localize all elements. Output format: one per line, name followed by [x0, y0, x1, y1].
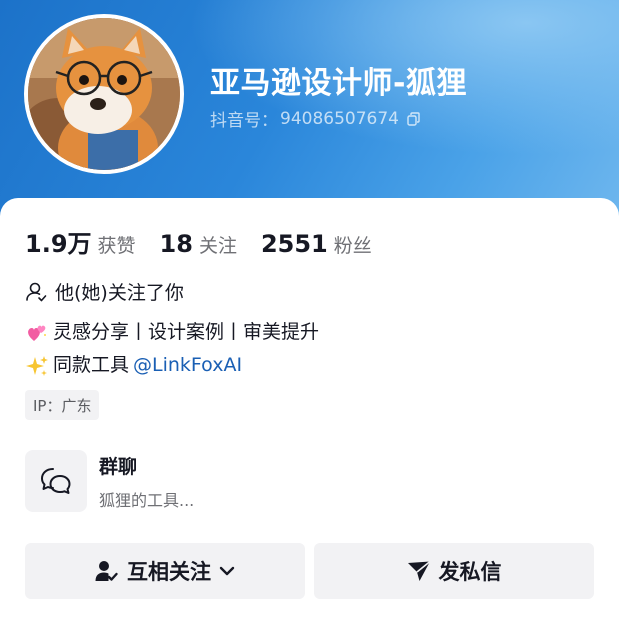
- bio-line-1: 灵感分享丨设计案例丨审美提升: [25, 316, 319, 349]
- paper-plane-icon: [407, 560, 431, 581]
- stat-followers-label: 粉丝: [333, 235, 372, 257]
- stat-following-label: 关注: [198, 235, 237, 257]
- stat-followers[interactable]: 2551 粉丝: [261, 230, 372, 258]
- group-chat-entry[interactable]: 群聊 狐狸的工具...: [25, 450, 595, 512]
- sparkling-hearts-emoji: [28, 325, 46, 341]
- chevron-down-icon: [219, 566, 235, 576]
- ip-location-tag: IP：广东: [25, 390, 100, 420]
- bio-line-2-text: 同款工具: [53, 354, 130, 376]
- send-message-label: 发私信: [438, 560, 502, 584]
- stat-following-value: 18: [159, 230, 193, 258]
- group-chat-title: 群聊: [99, 455, 138, 478]
- send-message-button[interactable]: 发私信: [314, 543, 594, 599]
- group-chat-description: 狐狸的工具...: [99, 490, 195, 510]
- stat-likes: 1.9万 获赞: [25, 224, 136, 259]
- group-chat-text: 群聊 狐狸的工具...: [99, 452, 194, 511]
- person-check-icon: [95, 561, 118, 581]
- sparkles-emoji: [26, 355, 48, 376]
- douyin-id-label: 抖音号：: [210, 111, 278, 131]
- mutual-follow-button[interactable]: 互相关注: [25, 543, 305, 599]
- avatar-image: [28, 18, 180, 170]
- douyin-id-value: 94086507674: [280, 108, 399, 129]
- nickname: 亚马逊设计师-狐狸: [210, 66, 467, 101]
- stat-likes-value: 1.9万: [25, 230, 92, 258]
- douyin-id[interactable]: 抖音号： 94086507674: [210, 106, 421, 131]
- follow-status: 他(她)关注了你: [25, 278, 184, 305]
- stat-following[interactable]: 18 关注: [160, 230, 237, 258]
- profile-header: 亚马逊设计师-狐狸 抖音号： 94086507674: [0, 0, 619, 230]
- follow-status-text: 他(她)关注了你: [55, 282, 184, 304]
- bio-line-2: 同款工具 @LinkFoxAI: [25, 349, 319, 382]
- bio-line-1-text: 灵感分享丨设计案例丨审美提升: [53, 321, 320, 343]
- mutual-follow-label: 互相关注: [127, 560, 211, 584]
- group-chat-icon-box: [25, 450, 87, 512]
- person-icon: [26, 282, 47, 301]
- chat-bubbles-icon: [41, 468, 71, 494]
- bio: 灵感分享丨设计案例丨审美提升 同款工具 @LinkFoxAI: [25, 316, 319, 382]
- profile-card: 1.9万 获赞 18 关注 2551 粉丝 他(她)关注了你 灵感分享丨设计案例…: [0, 198, 619, 632]
- copy-icon[interactable]: [407, 111, 421, 126]
- avatar[interactable]: [24, 14, 184, 174]
- stat-likes-label: 获赞: [97, 235, 136, 257]
- stats-row: 1.9万 获赞 18 关注 2551 粉丝: [25, 224, 396, 259]
- stat-followers-value: 2551: [260, 230, 328, 258]
- mention-link[interactable]: @LinkFoxAI: [133, 349, 242, 382]
